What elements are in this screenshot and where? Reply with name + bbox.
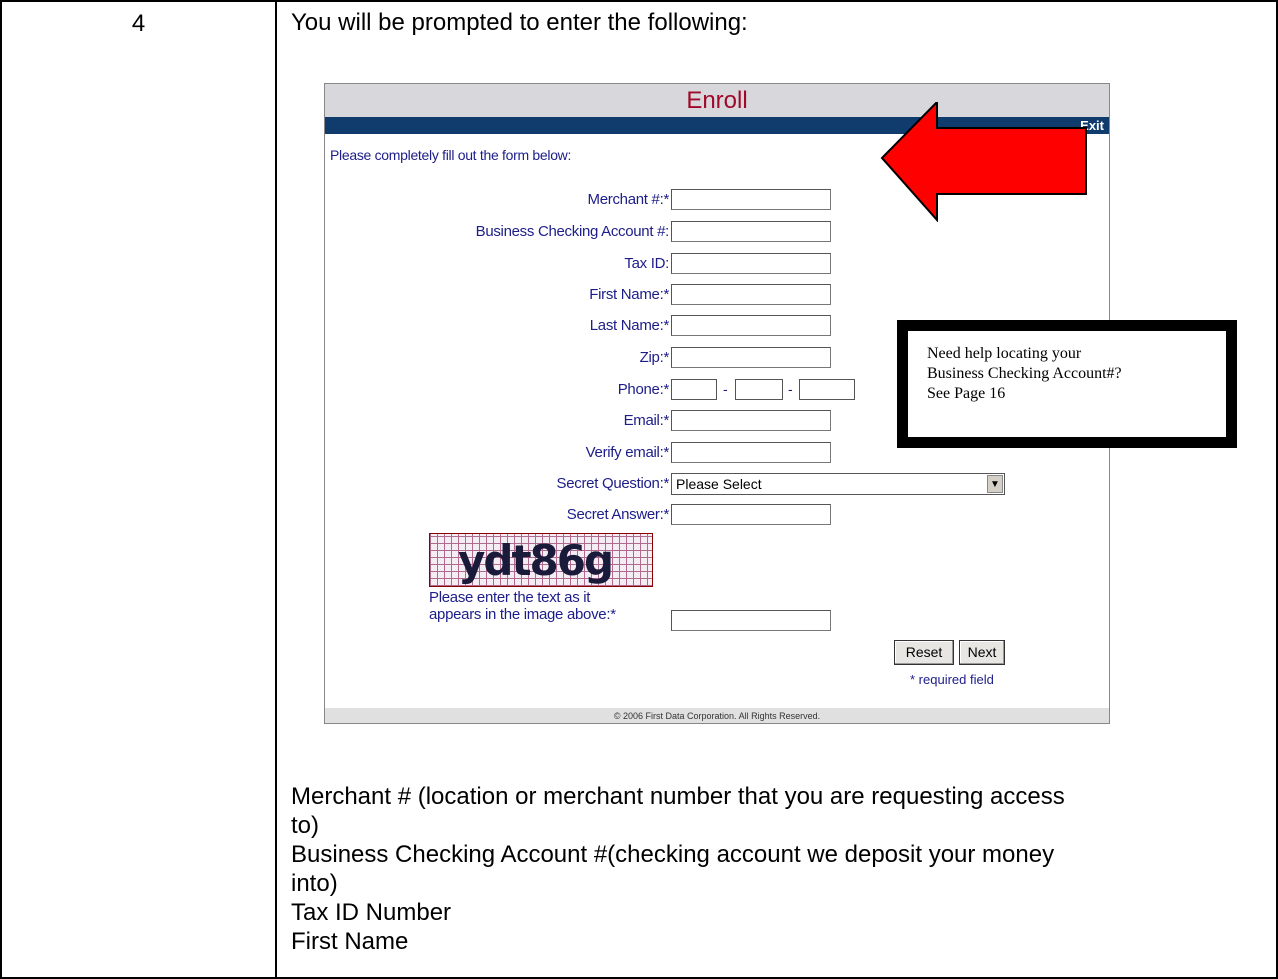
first-name-input[interactable] [671, 284, 831, 305]
secret-question-value: Please Select [676, 476, 762, 492]
note-line: to) [291, 812, 320, 839]
email-input[interactable] [671, 410, 831, 431]
callout-line-3: See Page 16 [927, 385, 1006, 402]
red-arrow-icon [880, 102, 1087, 222]
callout-line-2: Business Checking Account#? [927, 365, 1122, 382]
note-line: Merchant # (location or merchant number … [291, 783, 1065, 810]
captcha-prompt-line-1: Please enter the text as it [429, 589, 591, 606]
tax-id-input[interactable] [671, 253, 831, 274]
instruction-table: 4 You will be prompted to enter the foll… [0, 0, 1278, 979]
secret-answer-label: Secret Answer:* [566, 506, 670, 523]
business-checking-label: Business Checking Account #: [475, 223, 670, 240]
dropdown-arrow-icon[interactable]: ▼ [987, 475, 1003, 493]
reset-button[interactable]: Reset [894, 640, 954, 665]
phone-area-input[interactable] [671, 379, 717, 400]
note-line: First Name [291, 928, 409, 955]
merchant-input[interactable] [671, 189, 831, 210]
captcha-prompt: Please enter the text as it appears in t… [429, 589, 616, 623]
zip-input[interactable] [671, 347, 831, 368]
required-field-note: * required field [910, 672, 994, 687]
note-line: Business Checking Account #(checking acc… [291, 841, 1055, 868]
first-name-label: First Name:* [589, 286, 669, 303]
phone-dash-2: - [788, 381, 793, 397]
note-line: into) [291, 870, 338, 897]
form-instruction: Please completely fill out the form belo… [330, 147, 572, 163]
captcha-prompt-line-2: appears in the image above:* [429, 606, 616, 623]
field-notes: Merchant # (location or merchant number … [291, 782, 1278, 956]
merchant-label: Merchant #:* [587, 191, 670, 208]
phone-prefix-input[interactable] [735, 379, 783, 400]
zip-label: Zip:* [639, 349, 670, 366]
captcha-text: ydt86g [458, 536, 614, 585]
captcha-input[interactable] [671, 610, 831, 631]
intro-text: You will be prompted to enter the follow… [291, 9, 748, 36]
phone-line-input[interactable] [799, 379, 855, 400]
step-content: You will be prompted to enter the follow… [275, 0, 1278, 979]
email-label: Email:* [623, 412, 670, 429]
help-callout: Need help locating your Business Checkin… [897, 320, 1237, 448]
note-line: Tax ID Number [291, 899, 452, 926]
phone-label: Phone:* [617, 381, 670, 398]
last-name-label: Last Name:* [589, 317, 670, 334]
secret-question-select[interactable]: Please Select ▼ [671, 473, 1005, 495]
captcha-image: ydt86g [429, 533, 653, 587]
phone-dash-1: - [723, 381, 728, 397]
verify-email-input[interactable] [671, 442, 831, 463]
verify-email-label: Verify email:* [585, 444, 670, 461]
next-button[interactable]: Next [959, 640, 1005, 665]
help-callout-text: Need help locating your Business Checkin… [927, 344, 1122, 404]
last-name-input[interactable] [671, 315, 831, 336]
secret-question-label: Secret Question:* [556, 475, 670, 492]
business-checking-input[interactable] [671, 221, 831, 242]
callout-line-1: Need help locating your [927, 345, 1082, 362]
copyright-footer: © 2006 First Data Corporation. All Right… [325, 708, 1109, 723]
secret-answer-input[interactable] [671, 504, 831, 525]
step-number: 4 [0, 0, 277, 979]
tax-id-label: Tax ID: [624, 255, 669, 272]
